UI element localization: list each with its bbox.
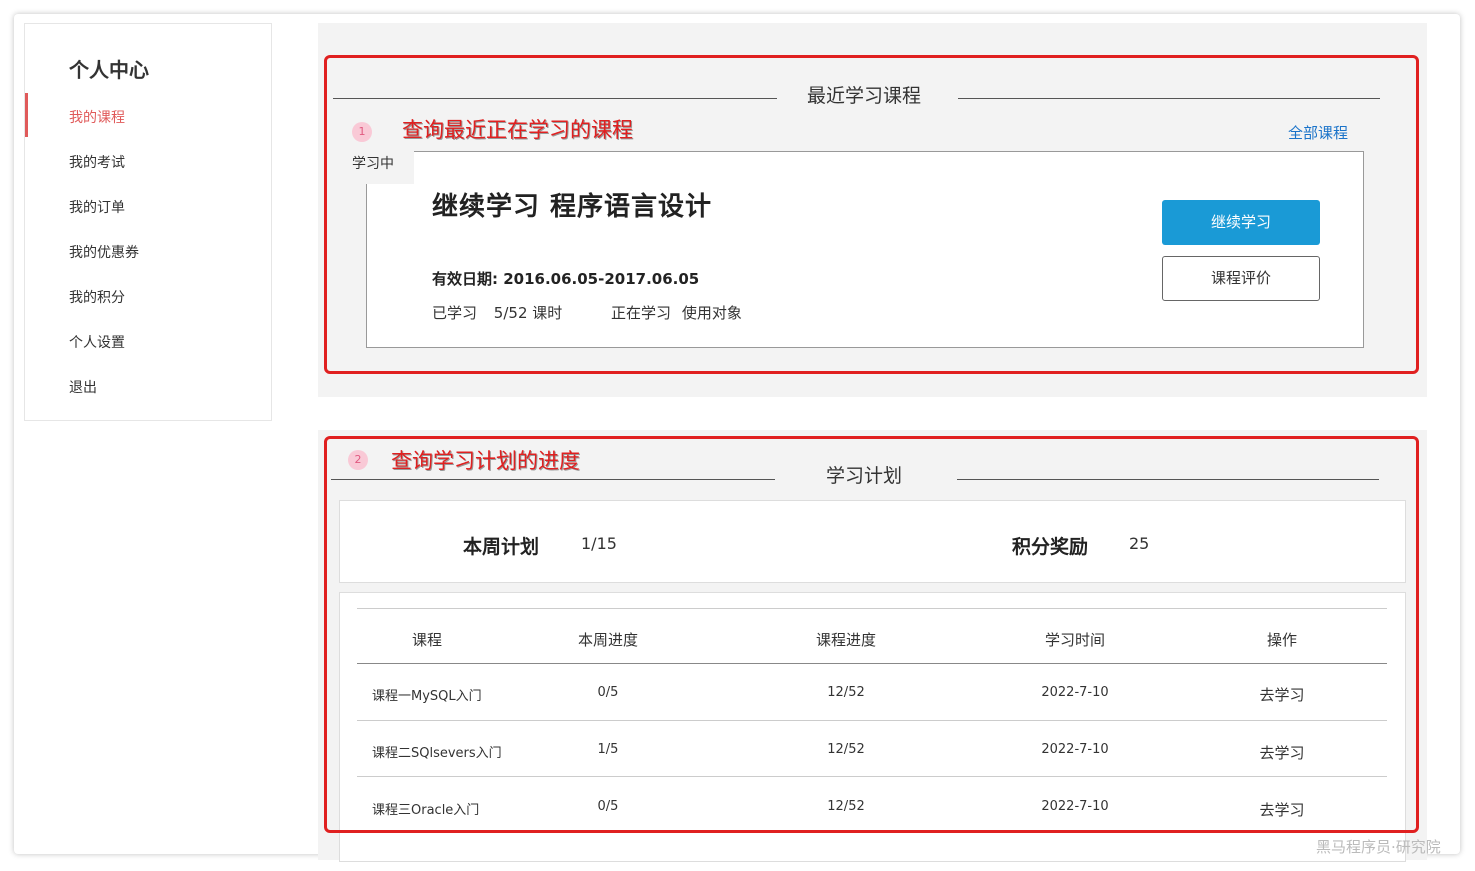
sidebar-item-my-points[interactable]: 我的积分	[69, 287, 125, 307]
sidebar-item-my-orders[interactable]: 我的订单	[69, 197, 125, 217]
sidebar-item-logout[interactable]: 退出	[69, 377, 97, 397]
sidebar-item-my-exams[interactable]: 我的考试	[69, 152, 125, 172]
sidebar: 个人中心 我的课程 我的考试 我的订单 我的优惠券 我的积分 个人设置 退出	[24, 23, 272, 421]
sidebar-item-my-courses[interactable]: 我的课程	[69, 107, 125, 127]
sidebar-active-indicator	[25, 93, 28, 137]
highlight-box-recent	[324, 55, 1419, 374]
sidebar-item-settings[interactable]: 个人设置	[69, 332, 125, 352]
sidebar-title: 个人中心	[69, 58, 149, 82]
sidebar-item-my-coupons[interactable]: 我的优惠券	[69, 242, 139, 262]
watermark: 黑马程序员·研究院	[1316, 838, 1441, 856]
highlight-box-plan	[324, 436, 1419, 833]
